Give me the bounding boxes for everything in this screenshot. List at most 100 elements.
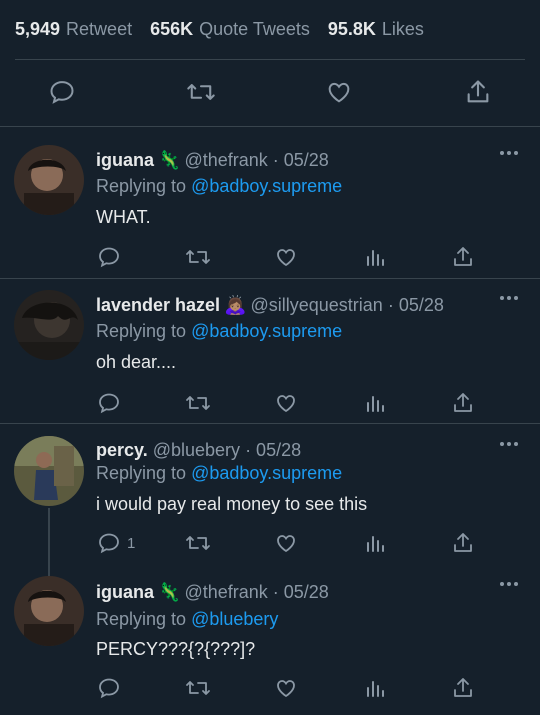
divider [0, 126, 540, 127]
like-button[interactable] [274, 529, 298, 557]
author-handle[interactable]: @thefrank [184, 582, 267, 602]
analytics-button[interactable] [364, 674, 386, 702]
tweet-date[interactable]: · 05/28 [245, 440, 301, 460]
analytics-icon [367, 396, 384, 412]
author-name[interactable]: iguana [96, 582, 154, 602]
share-icon [454, 393, 472, 412]
more-button[interactable] [500, 296, 518, 300]
retweet-icon [186, 250, 210, 264]
share-button[interactable] [451, 674, 475, 702]
like-button[interactable] [317, 70, 361, 114]
more-button[interactable] [500, 442, 518, 446]
replying-prefix: Replying to [96, 176, 187, 196]
replying-to: Replying to @badboy.supreme [96, 321, 342, 342]
author-emoji: 🦎 [158, 582, 181, 602]
author-handle[interactable]: @sillyequestrian [250, 295, 382, 315]
like-button[interactable] [274, 674, 298, 702]
action-bar [0, 674, 540, 702]
quote-label[interactable]: Quote Tweets [199, 19, 310, 40]
like-button[interactable] [274, 389, 298, 417]
analytics-icon [367, 536, 384, 552]
reply-button[interactable]: 1 [97, 529, 135, 557]
action-bar [0, 389, 540, 417]
avatar[interactable] [14, 576, 84, 646]
mention-link[interactable]: @badboy.supreme [191, 463, 342, 483]
more-icon [500, 582, 504, 586]
retweet-icon [186, 396, 210, 410]
retweet-button[interactable] [179, 70, 223, 114]
quote-count[interactable]: 656K [150, 19, 193, 40]
more-button[interactable] [500, 151, 518, 155]
reply-icon [50, 81, 74, 104]
replying-to: Replying to @badboy.supreme [96, 176, 342, 197]
like-icon [277, 535, 295, 553]
replying-to: Replying to @bluebery [96, 609, 278, 630]
retweet-icon [186, 536, 210, 550]
avatar[interactable] [14, 290, 84, 360]
main-action-bar [0, 70, 540, 114]
replying-prefix: Replying to [96, 321, 187, 341]
retweet-icon [187, 84, 215, 100]
share-button[interactable] [451, 389, 475, 417]
tweet-date[interactable]: · 05/28 [273, 582, 329, 602]
reply-count: 1 [127, 534, 136, 552]
author-name[interactable]: iguana [96, 150, 154, 170]
tweet-text: oh dear.... [96, 352, 177, 372]
author-name[interactable]: lavender hazel [96, 295, 220, 315]
analytics-button[interactable] [364, 243, 386, 271]
mention-link[interactable]: @badboy.supreme [191, 321, 342, 341]
reply-button[interactable] [40, 70, 84, 114]
reply-icon [99, 393, 119, 414]
retweet-button[interactable] [185, 529, 211, 557]
like-icon [277, 249, 295, 267]
more-icon [500, 442, 504, 446]
author-emoji: 🙇🏽‍♀️ [224, 295, 247, 315]
analytics-button[interactable] [364, 389, 386, 417]
tweet-text: WHAT. [96, 207, 151, 227]
avatar[interactable] [14, 145, 84, 215]
reply-icon [99, 533, 119, 554]
retweet-button[interactable] [185, 243, 211, 271]
mention-link[interactable]: @bluebery [191, 609, 278, 629]
mention-link[interactable]: @badboy.supreme [191, 176, 342, 196]
retweet-icon [186, 681, 210, 695]
like-label[interactable]: Likes [382, 19, 424, 40]
share-button[interactable] [451, 243, 475, 271]
like-count[interactable]: 95.8K [328, 19, 376, 40]
reply-button[interactable] [97, 243, 127, 271]
share-button[interactable] [451, 529, 475, 557]
retweet-button[interactable] [185, 674, 211, 702]
reply-button[interactable] [97, 389, 127, 417]
divider [15, 59, 525, 60]
action-bar: 1 [0, 529, 540, 557]
reply-button[interactable] [97, 674, 127, 702]
reply-icon [99, 247, 119, 268]
more-button[interactable] [500, 582, 518, 586]
retweet-label[interactable]: Retweet [66, 19, 132, 40]
replying-prefix: Replying to [96, 609, 187, 629]
retweet-count[interactable]: 5,949 [15, 19, 60, 40]
avatar[interactable] [14, 436, 84, 506]
share-icon [454, 533, 472, 552]
analytics-button[interactable] [364, 529, 386, 557]
share-button[interactable] [456, 70, 500, 114]
author-emoji: 🦎 [158, 150, 181, 170]
author-handle[interactable]: @thefrank [184, 150, 267, 170]
analytics-icon [367, 681, 384, 697]
replying-to: Replying to @badboy.supreme [96, 463, 342, 484]
like-icon [328, 82, 350, 103]
share-icon [454, 247, 472, 266]
tweet-date[interactable]: · 05/28 [388, 295, 444, 315]
author-handle[interactable]: @bluebery [153, 440, 240, 460]
like-icon [277, 680, 295, 698]
analytics-icon [367, 250, 384, 266]
more-icon [500, 296, 504, 300]
action-bar [0, 243, 540, 271]
share-icon [467, 80, 489, 103]
author-name[interactable]: percy. [96, 440, 148, 460]
like-button[interactable] [274, 243, 298, 271]
divider [0, 278, 540, 279]
replying-prefix: Replying to [96, 463, 187, 483]
tweet-date[interactable]: · 05/28 [273, 150, 329, 170]
retweet-button[interactable] [185, 389, 211, 417]
